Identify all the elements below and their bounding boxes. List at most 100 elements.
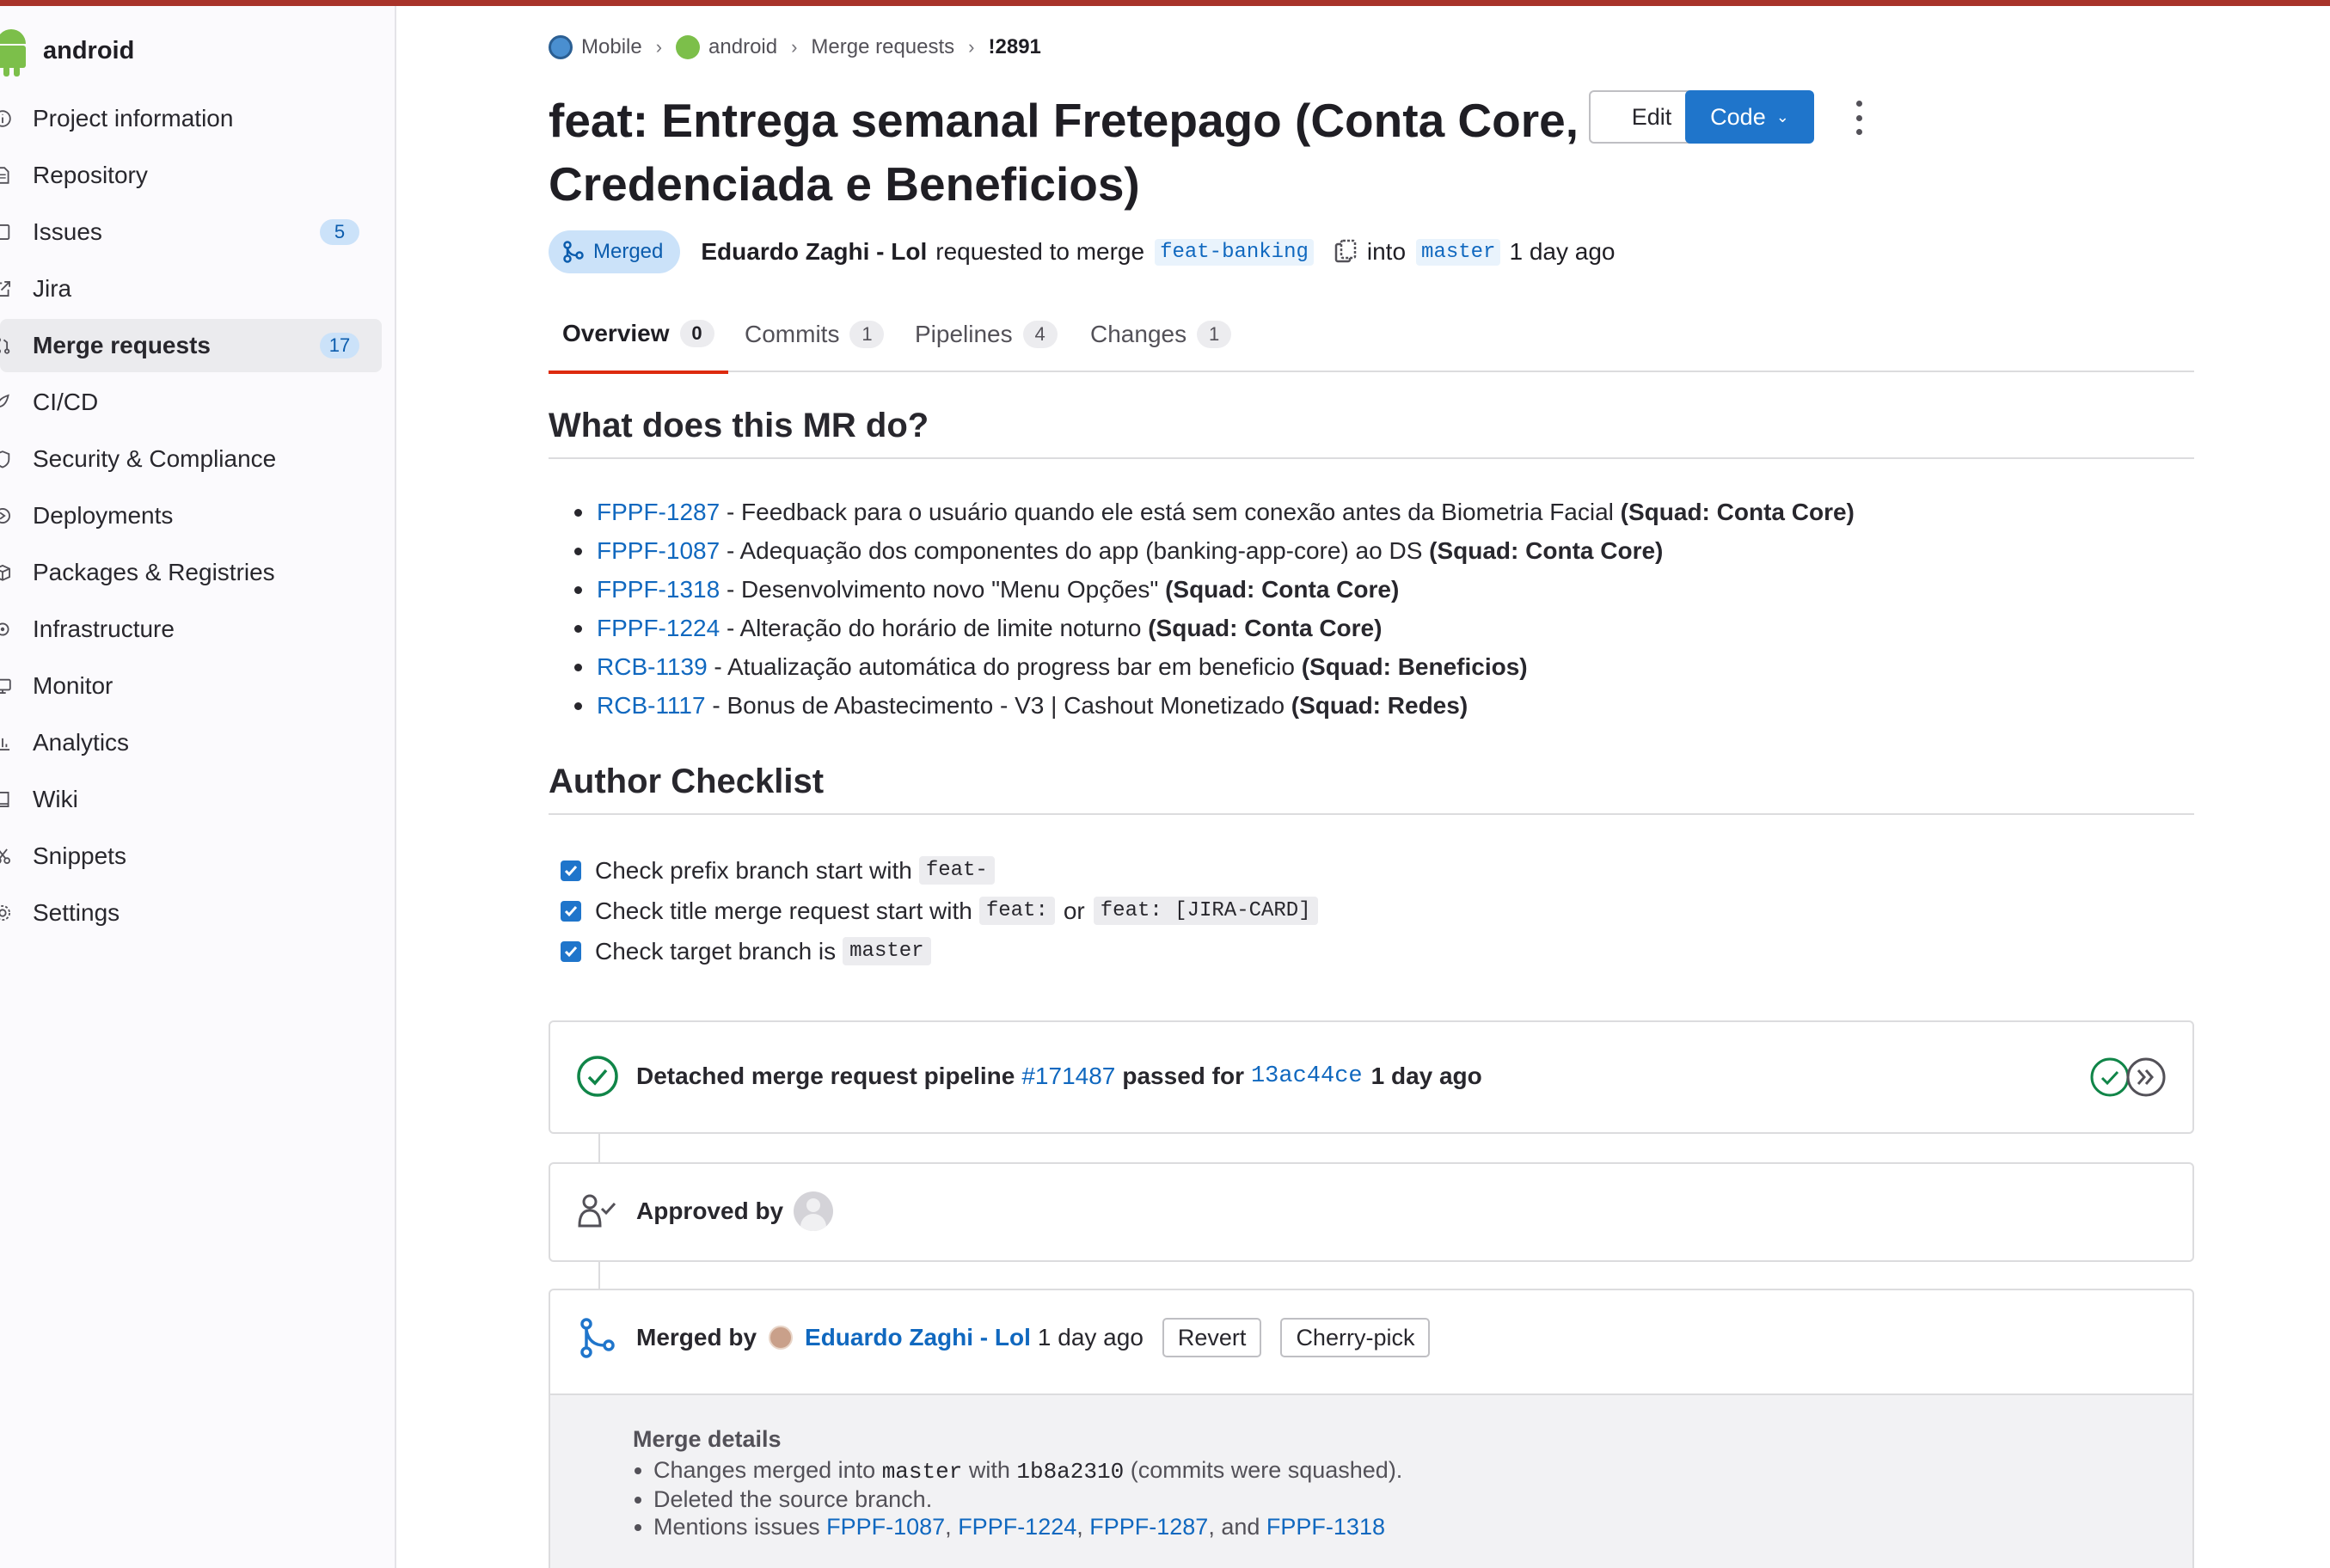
cherry-pick-button[interactable]: Cherry-pick <box>1280 1318 1431 1357</box>
checkbox[interactable] <box>561 860 581 881</box>
chevron-right-icon: › <box>968 36 975 58</box>
sidebar-item-label: CI/CD <box>33 389 99 415</box>
list-item: RCB-1139 - Atualização automática do pro… <box>574 647 1855 686</box>
sidebar-item-analytics[interactable]: Analytics <box>0 716 382 769</box>
issues-icon <box>0 219 12 245</box>
sidebar-item-infrastructure[interactable]: Infrastructure <box>0 603 382 656</box>
document-icon <box>0 162 12 188</box>
android-avatar-icon <box>676 35 701 59</box>
description-heading: What does this MR do? <box>549 407 2194 459</box>
issue-link[interactable]: FPPF-1318 <box>1266 1514 1385 1540</box>
approval-icon <box>578 1194 616 1228</box>
sidebar-item-monitor[interactable]: Monitor <box>0 659 382 713</box>
issue-link[interactable]: FPPF-1318 <box>597 576 720 603</box>
sidebar-item-label: Merge requests <box>33 332 211 358</box>
sidebar-item-label: Security & Compliance <box>33 445 277 472</box>
checkbox[interactable] <box>561 940 581 962</box>
issue-link[interactable]: RCB-1139 <box>597 653 708 680</box>
revert-button[interactable]: Revert <box>1162 1318 1262 1357</box>
status-success-icon[interactable] <box>576 1055 619 1098</box>
merge-request-icon <box>0 333 12 358</box>
issue-link[interactable]: FPPF-1087 <box>826 1514 945 1540</box>
scissors-icon <box>0 843 12 869</box>
stage-success-icon[interactable] <box>2089 1057 2131 1098</box>
code-dropdown-button[interactable]: Code ⌄ <box>1685 90 1814 144</box>
book-icon <box>0 787 12 812</box>
approver-avatar[interactable] <box>794 1191 834 1231</box>
merge-details-item: Deleted the source branch. <box>633 1485 2192 1513</box>
merge-details-item: Changes merged into master with 1b8a2310… <box>633 1456 2192 1485</box>
breadcrumb-item-android[interactable]: android <box>676 35 777 59</box>
pipeline-link[interactable]: #171487 <box>1021 1063 1115 1090</box>
tab-commits[interactable]: Commits 1 <box>745 297 885 372</box>
merge-details: Merge details Changes merged into master… <box>550 1393 2192 1568</box>
package-icon <box>0 560 12 585</box>
sidebar-item-label: Analytics <box>33 729 130 756</box>
tab-pipelines[interactable]: Pipelines 4 <box>915 297 1058 372</box>
sidebar-item-label: Project information <box>33 105 234 132</box>
breadcrumb: Mobile › android › Merge requests › !289… <box>549 35 1041 59</box>
list-item: FPPF-1318 - Desenvolvimento novo "Menu O… <box>574 570 1855 609</box>
source-branch[interactable]: feat-banking <box>1155 238 1314 266</box>
sidebar-item-security-compliance[interactable]: Security & Compliance <box>0 432 382 486</box>
sidebar-nav: Project information Repository Issues 5 Jira… <box>0 92 382 943</box>
checklist-heading: Author Checklist <box>549 763 2194 815</box>
commit-link[interactable]: 13ac44ce <box>1251 1063 1363 1089</box>
gear-icon <box>0 900 12 926</box>
checkbox[interactable] <box>561 900 581 922</box>
merged-by-user-link[interactable]: Eduardo Zaghi - Lol <box>805 1324 1031 1351</box>
breadcrumb-item-merge-requests[interactable]: Merge requests <box>811 35 954 59</box>
mr-author[interactable]: Eduardo Zaghi - Lol <box>701 238 927 266</box>
status-badge: Merged <box>549 230 681 273</box>
tab-count: 1 <box>1197 321 1232 348</box>
sidebar-item-deployments[interactable]: Deployments <box>0 489 382 542</box>
issue-link[interactable]: FPPF-1287 <box>597 499 720 525</box>
check-icon <box>564 946 578 957</box>
sidebar-item-label: Snippets <box>33 842 126 869</box>
count-badge: 17 <box>320 333 359 358</box>
merge-details-item: Mentions issues FPPF-1087, FPPF-1224, FP… <box>633 1513 2192 1540</box>
sidebar-item-project-information[interactable]: Project information <box>0 92 382 145</box>
sidebar-item-jira[interactable]: Jira <box>0 262 382 315</box>
shield-icon <box>0 446 12 472</box>
copy-icon[interactable] <box>1334 239 1357 265</box>
sidebar-item-packages-registries[interactable]: Packages & Registries <box>0 546 382 599</box>
sidebar-item-snippets[interactable]: Snippets <box>0 830 382 883</box>
description-list: FPPF-1287 - Feedback para o usuário quan… <box>574 493 1855 725</box>
list-item: FPPF-1287 - Feedback para o usuário quan… <box>574 493 1855 531</box>
check-icon <box>564 905 578 916</box>
rocket-icon <box>0 389 12 415</box>
sidebar-item-repository[interactable]: Repository <box>0 149 382 202</box>
issue-link[interactable]: FPPF-1287 <box>1089 1514 1208 1540</box>
issue-link[interactable]: FPPF-1224 <box>958 1514 1076 1540</box>
chevron-right-icon: › <box>655 36 663 58</box>
issue-link[interactable]: RCB-1117 <box>597 692 706 719</box>
project-name: android <box>43 36 135 64</box>
tab-changes[interactable]: Changes 1 <box>1090 297 1232 372</box>
sidebar-item-settings[interactable]: Settings <box>0 886 382 940</box>
sidebar-item-ci-cd[interactable]: CI/CD <box>0 376 382 429</box>
more-actions-icon[interactable] <box>1849 101 1869 135</box>
tab-count: 0 <box>679 320 714 347</box>
author-checklist: Check prefix branch start with feat- Che… <box>561 850 1318 971</box>
list-item: FPPF-1087 - Adequação dos componentes do… <box>574 531 1855 570</box>
sidebar-item-wiki[interactable]: Wiki <box>0 773 382 826</box>
chevron-down-icon: ⌄ <box>1775 107 1789 126</box>
pipeline-widget: Detached merge request pipeline #171487 … <box>549 1020 2194 1134</box>
breadcrumb-item-mobile[interactable]: Mobile <box>549 35 642 59</box>
sidebar: android Project information Repository Iss… <box>0 6 396 1568</box>
cloud-gear-icon <box>0 616 12 642</box>
stage-skip-icon[interactable] <box>2125 1057 2167 1098</box>
sidebar-item-merge-requests[interactable]: Merge requests 17 <box>0 319 382 372</box>
target-branch[interactable]: master <box>1416 238 1501 266</box>
sidebar-item-label: Packages & Registries <box>33 559 275 585</box>
issue-link[interactable]: FPPF-1224 <box>597 615 720 641</box>
project-header[interactable]: android <box>0 25 134 77</box>
tab-overview[interactable]: Overview 0 <box>549 297 728 374</box>
timeline-connector <box>598 1262 600 1289</box>
breadcrumb-item-mr-id[interactable]: !2891 <box>989 35 1041 59</box>
chevron-right-icon: › <box>791 36 798 58</box>
user-avatar[interactable] <box>769 1326 794 1350</box>
sidebar-item-issues[interactable]: Issues 5 <box>0 205 382 259</box>
issue-link[interactable]: FPPF-1087 <box>597 537 720 564</box>
